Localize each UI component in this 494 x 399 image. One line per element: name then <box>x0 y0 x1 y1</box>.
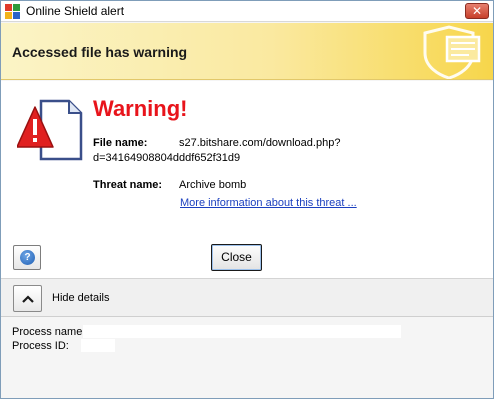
window-close-button[interactable]: ✕ <box>465 3 489 19</box>
avg-logo-icon <box>5 4 20 19</box>
file-name-value-line1: s27.bitshare.com/download.php? <box>179 137 341 149</box>
threat-name-value: Archive bomb <box>179 179 247 191</box>
help-icon: ? <box>20 250 35 265</box>
close-button[interactable]: Close <box>211 244 262 271</box>
process-id-label: Process ID: <box>12 340 69 352</box>
hide-details-toggle-button[interactable] <box>13 285 42 312</box>
details-panel: Process name: Process ID: <box>1 318 493 398</box>
window-title: Online Shield alert <box>26 4 125 18</box>
file-name-value-line2: d=34164908804dddf652f31d9 <box>93 152 241 164</box>
file-name-label: File name: <box>93 137 148 149</box>
details-bar: Hide details <box>1 279 493 317</box>
process-name-label: Process name: <box>12 326 86 338</box>
header-banner: Accessed file has warning <box>1 23 493 80</box>
warning-heading: Warning! <box>93 96 188 121</box>
alert-window: Online Shield alert ✕ Accessed file has … <box>0 0 494 399</box>
threat-name-label: Threat name: <box>93 179 163 191</box>
help-button[interactable]: ? <box>13 245 41 270</box>
redacted-process-name <box>83 325 401 338</box>
chevron-up-icon <box>22 295 34 303</box>
shield-document-icon <box>423 25 481 79</box>
hide-details-label[interactable]: Hide details <box>52 292 109 304</box>
banner-title: Accessed file has warning <box>12 44 188 60</box>
redacted-process-id <box>81 339 115 352</box>
title-bar[interactable]: Online Shield alert ✕ <box>1 1 493 22</box>
warning-document-icon <box>17 99 83 161</box>
more-info-link[interactable]: More information about this threat ... <box>180 197 357 209</box>
